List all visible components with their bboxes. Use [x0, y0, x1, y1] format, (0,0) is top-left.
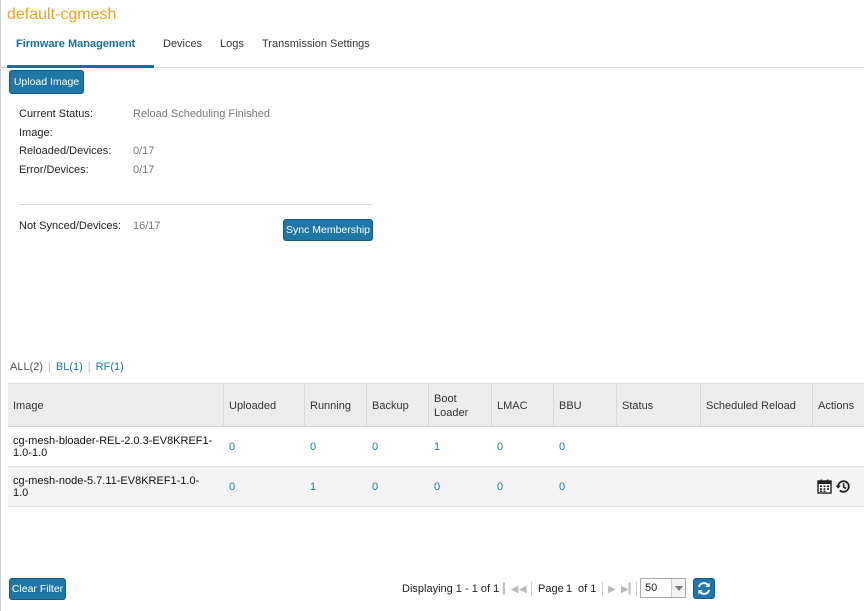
page-title: default-cgmesh [7, 6, 117, 23]
error-devices-label: Error/Devices: [19, 164, 89, 176]
tab-bar: Firmware Management Devices Logs Transmi… [0, 30, 864, 68]
not-synced-devices-label: Not Synced/Devices: [19, 220, 122, 232]
status-divider [19, 204, 372, 205]
column-header-backup[interactable]: Backup [367, 384, 429, 428]
column-header-image[interactable]: Image [8, 384, 224, 428]
not-synced-devices-value: 16/17 [133, 220, 161, 232]
page-size-value: 50 [645, 582, 658, 594]
column-header-actions: Actions [818, 400, 855, 412]
current-status-value: Reload Scheduling Finished [133, 108, 270, 120]
current-status-label: Current Status: [19, 108, 93, 120]
active-tab-indicator [7, 65, 154, 68]
left-border [0, 0, 1, 611]
filter-bar: ALL(2) | BL(1) | RF(1) [10, 361, 124, 373]
filter-rf[interactable]: RF(1) [96, 361, 124, 373]
bbu-count-link[interactable]: 0 [559, 441, 565, 453]
column-header-bbu[interactable]: BBU [554, 384, 617, 428]
column-header-status[interactable]: Status [617, 384, 701, 428]
firmware-image-table: Image Uploaded Running Backup Boot Loade… [8, 383, 864, 507]
image-name-cell: cg-mesh-node-5.7.11-EV8KREF1-1.0-1.0 [13, 475, 200, 499]
sync-membership-button[interactable]: Sync Membership [283, 219, 373, 241]
filter-separator: | [87, 361, 91, 373]
boot-loader-count-link[interactable]: 1 [434, 441, 440, 453]
running-count-link[interactable]: 0 [310, 441, 316, 453]
boot-loader-header-text: Boot Loader [434, 393, 469, 419]
calendar-icon[interactable] [817, 479, 832, 494]
filter-all[interactable]: ALL(2) [10, 361, 43, 373]
reloaded-devices-value: 0/17 [133, 145, 155, 157]
page-size-select[interactable]: 50 [640, 578, 686, 598]
table-row[interactable]: cg-mesh-bloader-REL-2.0.3-EV8KREF1-1.0-1… [8, 427, 864, 467]
last-page-icon[interactable]: ▶▎ [621, 584, 636, 595]
chevron-down-icon[interactable] [671, 579, 685, 597]
refresh-icon [698, 582, 710, 595]
displaying-text: Displaying 1 - 1 of 1 [402, 583, 500, 595]
prev-page-icon[interactable]: ◀ [519, 584, 527, 595]
uploaded-count-link[interactable]: 0 [229, 481, 235, 493]
upload-image-button[interactable]: Upload Image [9, 70, 84, 94]
tab-logs[interactable]: Logs [220, 38, 244, 50]
page-count: of 1 [578, 583, 597, 595]
page-number[interactable]: 1 [566, 583, 572, 595]
filter-separator: | [48, 361, 51, 373]
column-header-lmac[interactable]: LMAC [492, 384, 554, 428]
tab-firmware-management[interactable]: Firmware Management [16, 38, 135, 50]
uploaded-count-link[interactable]: 0 [229, 441, 235, 453]
first-page-icon[interactable]: ▎◀ [503, 584, 518, 595]
reloaded-devices-label: Reloaded/Devices: [19, 145, 112, 157]
column-header-running[interactable]: Running [305, 384, 367, 428]
tab-devices[interactable]: Devices [163, 38, 202, 50]
image-name-cell: cg-mesh-bloader-REL-2.0.3-EV8KREF1-1.0-1… [13, 435, 213, 459]
lmac-count-link[interactable]: 0 [497, 481, 503, 493]
column-header-scheduled-reload[interactable]: Scheduled Reload [701, 384, 813, 428]
table-header: Image Uploaded Running Backup Boot Loade… [8, 383, 864, 428]
backup-count-link[interactable]: 0 [372, 441, 378, 453]
tab-transmission-settings[interactable]: Transmission Settings [262, 38, 370, 50]
filter-bl[interactable]: BL(1) [56, 361, 83, 373]
column-header-boot-loader[interactable]: Boot Loader [429, 384, 492, 428]
row-actions [817, 479, 851, 494]
table-row[interactable]: cg-mesh-node-5.7.11-EV8KREF1-1.0-1.0 0 1… [8, 467, 864, 507]
column-header-uploaded[interactable]: Uploaded [224, 384, 305, 428]
refresh-button[interactable] [693, 578, 715, 599]
lmac-count-link[interactable]: 0 [497, 441, 503, 453]
pager-separator [636, 582, 637, 596]
clear-filter-button[interactable]: Clear Filter [9, 578, 66, 600]
bbu-count-link[interactable]: 0 [559, 481, 565, 493]
page-label: Page [538, 583, 564, 595]
error-devices-value: 0/17 [133, 164, 155, 176]
next-page-icon[interactable]: ▶ [608, 584, 616, 595]
running-count-link[interactable]: 1 [310, 481, 316, 493]
history-icon[interactable] [835, 479, 851, 494]
pager-separator [602, 582, 603, 596]
backup-count-link[interactable]: 0 [372, 481, 378, 493]
pager-separator [531, 582, 532, 596]
boot-loader-count-link[interactable]: 0 [434, 481, 440, 493]
image-label: Image: [19, 127, 53, 139]
